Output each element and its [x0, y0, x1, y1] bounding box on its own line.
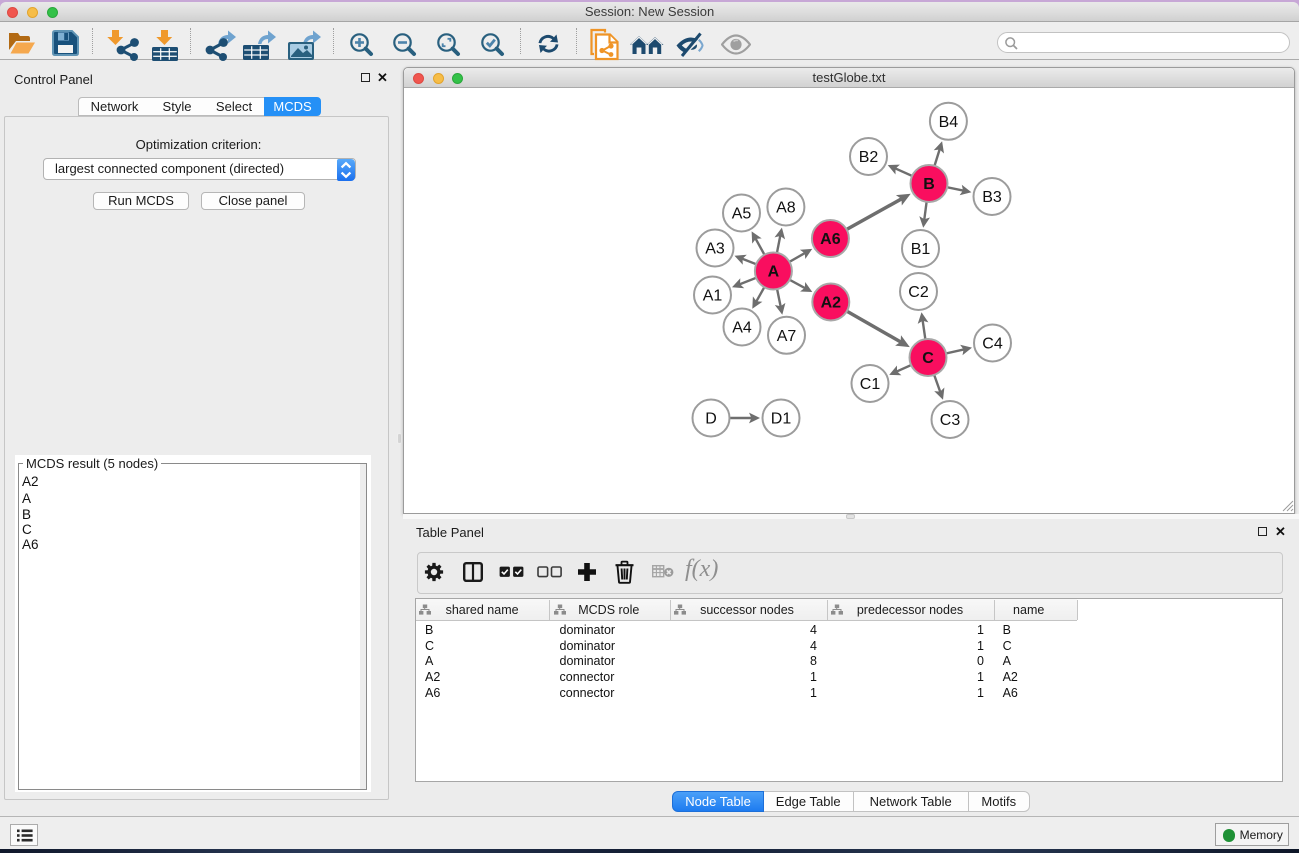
svg-text:C1: C1 [860, 376, 881, 393]
svg-text:A3: A3 [705, 241, 725, 258]
svg-text:B: B [923, 176, 935, 193]
svg-text:A8: A8 [776, 200, 796, 217]
svg-text:C4: C4 [982, 336, 1003, 353]
svg-text:C2: C2 [908, 284, 929, 301]
svg-text:C3: C3 [940, 412, 961, 429]
svg-text:A4: A4 [732, 320, 752, 337]
svg-text:A1: A1 [703, 288, 723, 305]
svg-text:D: D [705, 411, 717, 428]
svg-text:A6: A6 [820, 231, 841, 248]
svg-text:A: A [768, 264, 780, 281]
svg-text:A7: A7 [777, 328, 797, 345]
svg-text:A5: A5 [732, 206, 752, 223]
svg-text:C: C [922, 350, 934, 367]
svg-text:A2: A2 [821, 295, 842, 312]
svg-text:B1: B1 [911, 241, 931, 258]
svg-text:D1: D1 [771, 411, 792, 428]
svg-text:B2: B2 [859, 149, 879, 166]
svg-text:B3: B3 [982, 189, 1002, 206]
svg-text:B4: B4 [939, 114, 959, 131]
